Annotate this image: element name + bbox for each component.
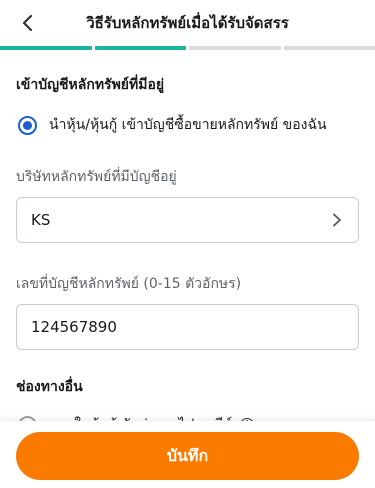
account-number-input[interactable]: 124567890 <box>16 304 359 350</box>
chevron-right-icon <box>332 213 344 227</box>
deposit-to-account-label: นำหุ้น/หุ้นกู้ เข้าบัญชีซื้อขายหลักทรัพย… <box>49 117 327 133</box>
broker-select[interactable]: KS <box>16 197 359 243</box>
account-number-label: เลขที่บัญชีหลักทรัพย์ (0-15 ตัวอักษร) <box>16 276 242 292</box>
existing-account-section-title: เข้าบัญชีหลักทรัพย์ที่มีอยู่ <box>16 77 165 93</box>
back-button[interactable] <box>14 10 40 36</box>
deposit-to-account-option[interactable]: นำหุ้น/หุ้นกู้ เข้าบัญชีซื้อขายหลักทรัพย… <box>16 114 359 136</box>
save-button[interactable]: บันทึก <box>16 432 359 480</box>
deposit-to-account-radio[interactable] <box>18 115 37 135</box>
footer-bar: บันทึก <box>0 421 375 488</box>
other-channel-section-title: ช่องทางอื่น <box>16 379 83 395</box>
form-content: เข้าบัญชีหลักทรัพย์ที่มีอยู่ นำหุ้น/หุ้น… <box>16 50 359 436</box>
chevron-left-icon <box>22 14 33 32</box>
broker-value: KS <box>31 211 51 229</box>
page-title: วิธีรับหลักทรัพย์เมื่อได้รับจัดสรร <box>86 14 289 32</box>
account-number-value: 124567890 <box>31 318 117 336</box>
broker-label: บริษัทหลักทรัพย์ที่มีบัญชีอยู่ <box>16 169 177 185</box>
header: วิธีรับหลักทรัพย์เมื่อได้รับจัดสรร <box>0 0 375 46</box>
